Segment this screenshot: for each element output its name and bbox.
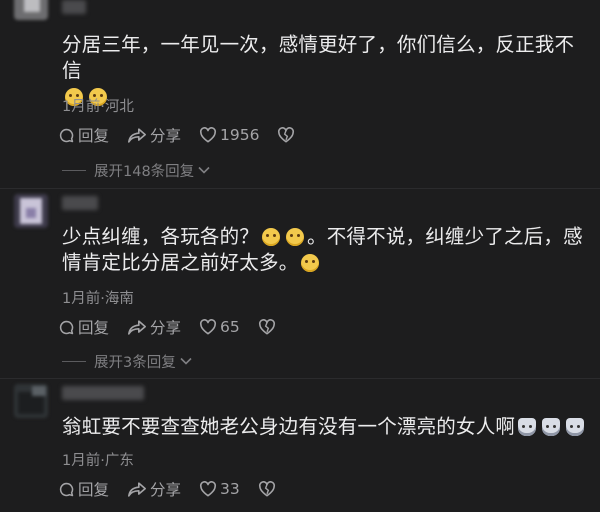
- reply-button[interactable]: 回复: [58, 316, 109, 338]
- like-count: 65: [220, 318, 240, 336]
- broken-heart-icon: [258, 481, 275, 497]
- avatar[interactable]: [14, 0, 48, 20]
- reply-button[interactable]: 回复: [58, 478, 109, 500]
- reply-label: 回复: [78, 319, 110, 337]
- share-icon: [128, 127, 147, 143]
- like-count: 1956: [220, 126, 260, 144]
- reply-icon: [59, 128, 74, 142]
- chevron-down-icon: [180, 357, 192, 365]
- comment-text-part: 少点纠缠，各玩各的？: [62, 225, 260, 248]
- cat-face-emoji: [566, 418, 585, 436]
- heart-icon: [200, 127, 217, 143]
- chevron-down-icon: [198, 166, 210, 174]
- comment-actions: 回复 分享 33: [58, 478, 297, 500]
- username[interactable]: [62, 0, 86, 14]
- reply-icon: [59, 482, 74, 496]
- like-button[interactable]: 65: [199, 318, 240, 336]
- cat-face-emoji: [542, 418, 561, 436]
- thinking-face-emoji: [286, 228, 305, 246]
- comment-list: 分居三年，一年见一次，感情更好了，你们信么，反正我不信 1月前·河北 回复 分享…: [0, 0, 600, 512]
- like-button[interactable]: 1956: [199, 126, 259, 144]
- share-icon: [128, 319, 147, 335]
- heart-icon: [200, 319, 217, 335]
- comment-text-part: 翁虹要不要查查她老公身边有没有一个漂亮的女人啊: [62, 415, 516, 438]
- broken-heart-icon: [258, 319, 275, 335]
- comment-divider: [0, 378, 600, 379]
- expand-replies-button[interactable]: 展开148条回复: [62, 160, 210, 180]
- share-button[interactable]: 分享: [127, 124, 181, 146]
- avatar[interactable]: [14, 384, 48, 418]
- comment-text: 分居三年，一年见一次，感情更好了，你们信么，反正我不信: [62, 32, 590, 110]
- expand-divider: [62, 169, 86, 171]
- reply-icon: [59, 320, 74, 334]
- share-button[interactable]: 分享: [127, 478, 181, 500]
- dislike-button[interactable]: [258, 481, 279, 497]
- comment-time-location: 1月前·海南: [62, 291, 134, 307]
- heart-icon: [200, 481, 217, 497]
- expand-replies-button[interactable]: 展开3条回复: [62, 351, 192, 371]
- comment-divider: [0, 188, 600, 189]
- broken-heart-icon: [278, 127, 295, 143]
- share-label: 分享: [150, 481, 182, 499]
- like-button[interactable]: 33: [199, 480, 240, 498]
- comment-text: 翁虹要不要查查她老公身边有没有一个漂亮的女人啊: [62, 414, 590, 440]
- dislike-button[interactable]: [277, 127, 298, 143]
- cat-face-emoji: [518, 418, 537, 436]
- share-label: 分享: [150, 319, 182, 337]
- share-label: 分享: [150, 127, 182, 145]
- comment-time-location: 1月前·河北: [62, 99, 134, 115]
- comment-time-location: 1月前·广东: [62, 453, 134, 469]
- thinking-face-emoji: [262, 228, 281, 246]
- like-count: 33: [220, 480, 240, 498]
- thinking-face-emoji: [301, 254, 320, 272]
- avatar[interactable]: [14, 194, 48, 228]
- dislike-button[interactable]: [258, 319, 279, 335]
- expand-divider: [62, 360, 86, 362]
- comment-text-part: 分居三年，一年见一次，感情更好了，你们信么，反正我不信: [62, 33, 575, 82]
- username[interactable]: [62, 386, 144, 400]
- share-icon: [128, 481, 147, 497]
- reply-button[interactable]: 回复: [58, 124, 109, 146]
- username[interactable]: [62, 196, 98, 210]
- expand-replies-label: 展开148条回复: [94, 163, 195, 180]
- comment-text: 少点纠缠，各玩各的？ 。不得不说，纠缠少了之后，感情肯定比分居之前好太多。: [62, 224, 590, 276]
- expand-replies-label: 展开3条回复: [94, 354, 176, 371]
- share-button[interactable]: 分享: [127, 316, 181, 338]
- comment-actions: 回复 分享 1956: [58, 124, 316, 146]
- reply-label: 回复: [78, 127, 110, 145]
- comment-actions: 回复 分享 65: [58, 316, 297, 338]
- reply-label: 回复: [78, 481, 110, 499]
